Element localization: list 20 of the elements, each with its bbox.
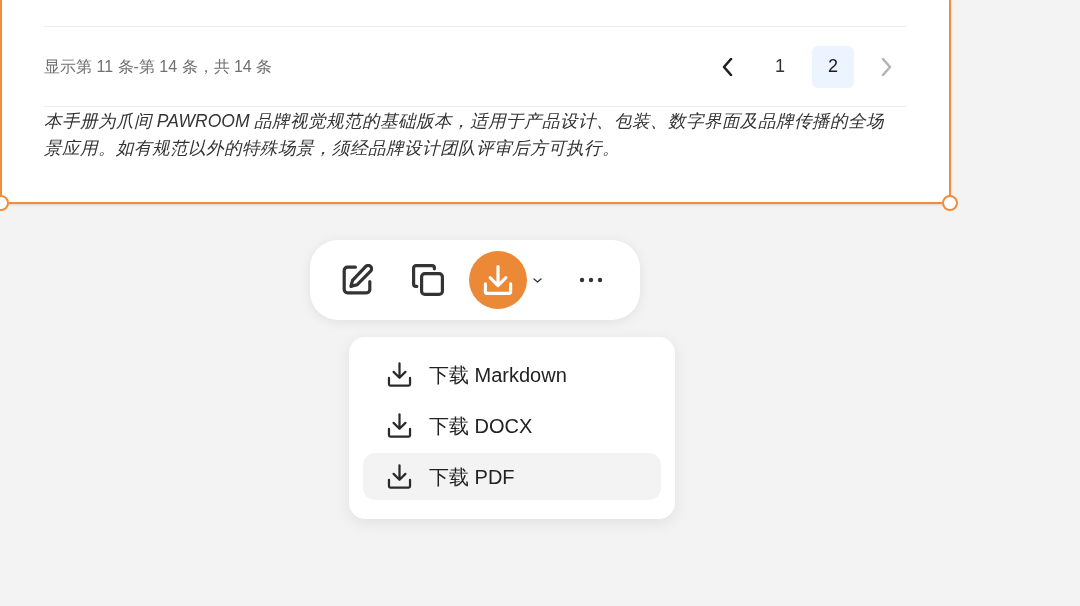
chevron-right-icon (880, 57, 892, 76)
edit-icon (341, 264, 373, 296)
download-button[interactable] (469, 251, 527, 309)
caret-down-icon (532, 277, 542, 283)
download-icon (483, 265, 513, 295)
pagination-summary: 显示第 11 条-第 14 条，共 14 条 (44, 56, 273, 77)
more-icon (577, 277, 605, 283)
download-icon (387, 362, 412, 387)
disclaimer-text: 本手册为爪间 PAWROOM 品牌视觉规范的基础版本，适用于产品设计、包装、数字界面及品牌传播的全场景应用。如有规范以外的特殊场景，须经品牌设计团队评审后方可执行。 (44, 110, 886, 160)
page-button[interactable]: 2 (812, 45, 854, 88)
menu-item-label: 下载 PDF (429, 464, 515, 490)
menu-item-label: 下载 Markdown (429, 362, 567, 388)
page-button[interactable]: 1 (759, 45, 801, 88)
download-icon (387, 464, 412, 489)
chevron-left-icon (721, 57, 733, 76)
copy-icon (412, 264, 444, 296)
menu-item-label: 下载 DOCX (429, 413, 533, 439)
download-icon (387, 413, 412, 438)
resize-handle[interactable] (942, 195, 958, 211)
menu-item[interactable]: 下载 PDF (363, 453, 661, 500)
